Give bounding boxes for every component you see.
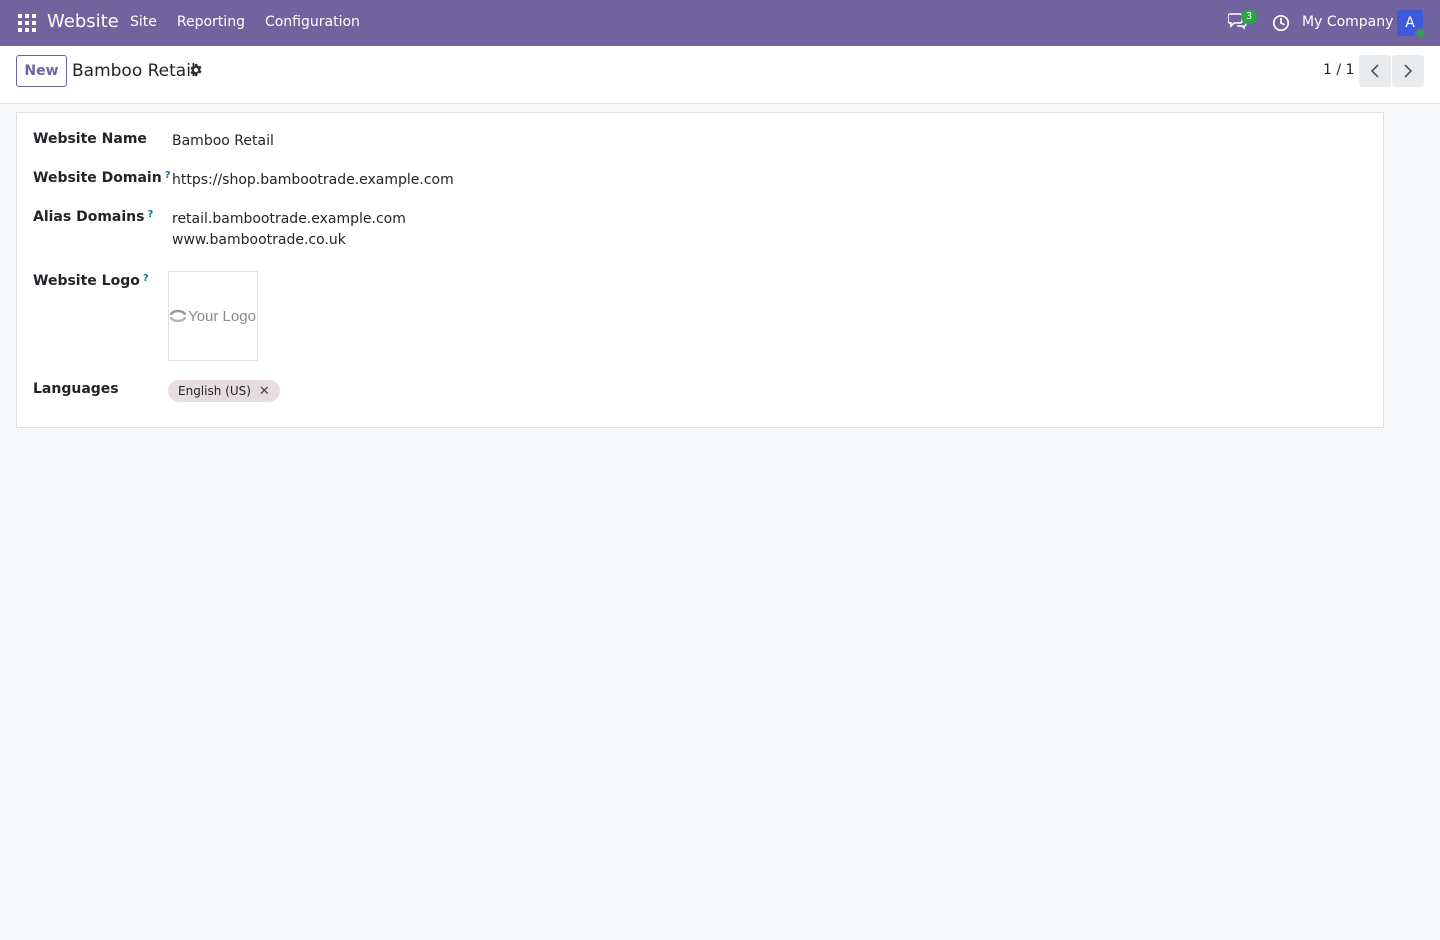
languages-label-text: Languages bbox=[33, 381, 119, 397]
website-name-label: Website Name bbox=[33, 131, 147, 147]
pager-value[interactable]: 1 / 1 bbox=[1323, 62, 1354, 78]
chevron-right-icon bbox=[1404, 64, 1413, 78]
main-menu: Site Reporting Configuration bbox=[130, 14, 380, 30]
logo-placeholder-text: Your Logo bbox=[188, 307, 256, 325]
website-name-field[interactable]: Bamboo Retail bbox=[172, 133, 274, 149]
menu-item-configuration[interactable]: Configuration bbox=[265, 14, 360, 30]
top-navbar: Website Site Reporting Configuration 3 M… bbox=[0, 0, 1440, 46]
alias-domain-line-1[interactable]: retail.bambootrade.example.com bbox=[172, 211, 406, 227]
avatar-letter: A bbox=[1405, 15, 1415, 31]
logo-placeholder: Your Logo bbox=[170, 308, 256, 325]
alias-domains-help-icon[interactable]: ? bbox=[147, 209, 153, 220]
online-status-dot bbox=[1415, 28, 1426, 39]
logo-swirl-icon bbox=[170, 309, 187, 323]
form-sheet: Website Name Bamboo Retail Website Domai… bbox=[16, 112, 1384, 428]
website-logo-label: Website Logo? bbox=[33, 273, 149, 289]
website-logo-help-icon[interactable]: ? bbox=[143, 273, 149, 284]
languages-label: Languages bbox=[33, 381, 119, 397]
website-domain-field[interactable]: https://shop.bambootrade.example.com bbox=[172, 172, 454, 188]
website-name-label-text: Website Name bbox=[33, 131, 147, 147]
website-logo-image[interactable]: Your Logo bbox=[168, 271, 258, 361]
chat-count-badge: 3 bbox=[1241, 10, 1257, 24]
website-domain-label: Website Domain? bbox=[33, 170, 171, 186]
language-tag: English (US) ✕ bbox=[168, 380, 280, 402]
clock-icon[interactable] bbox=[1272, 14, 1290, 32]
alias-domains-label: Alias Domains? bbox=[33, 209, 153, 225]
close-icon[interactable]: ✕ bbox=[259, 384, 270, 399]
language-tag-label: English (US) bbox=[178, 384, 251, 398]
menu-item-reporting[interactable]: Reporting bbox=[177, 14, 245, 30]
gear-icon[interactable] bbox=[189, 63, 203, 77]
website-domain-help-icon[interactable]: ? bbox=[165, 170, 171, 181]
alias-domains-label-text: Alias Domains bbox=[33, 209, 145, 225]
company-switcher[interactable]: My Company bbox=[1302, 14, 1393, 30]
app-brand[interactable]: Website bbox=[47, 11, 119, 32]
control-panel: New Bamboo Retail 1 / 1 bbox=[0, 46, 1440, 104]
record-title: Bamboo Retail bbox=[72, 61, 196, 81]
pager-previous-button[interactable] bbox=[1359, 55, 1391, 87]
user-avatar[interactable]: A bbox=[1397, 10, 1426, 39]
alias-domain-line-2[interactable]: www.bambootrade.co.uk bbox=[172, 232, 346, 248]
chat-button[interactable]: 3 bbox=[1227, 10, 1257, 32]
pager-next-button[interactable] bbox=[1392, 55, 1424, 87]
new-button[interactable]: New bbox=[16, 55, 67, 87]
website-domain-label-text: Website Domain bbox=[33, 170, 162, 186]
menu-item-site[interactable]: Site bbox=[130, 14, 157, 30]
chevron-left-icon bbox=[1370, 64, 1379, 78]
apps-grid-icon[interactable] bbox=[18, 14, 36, 32]
website-logo-label-text: Website Logo bbox=[33, 273, 140, 289]
